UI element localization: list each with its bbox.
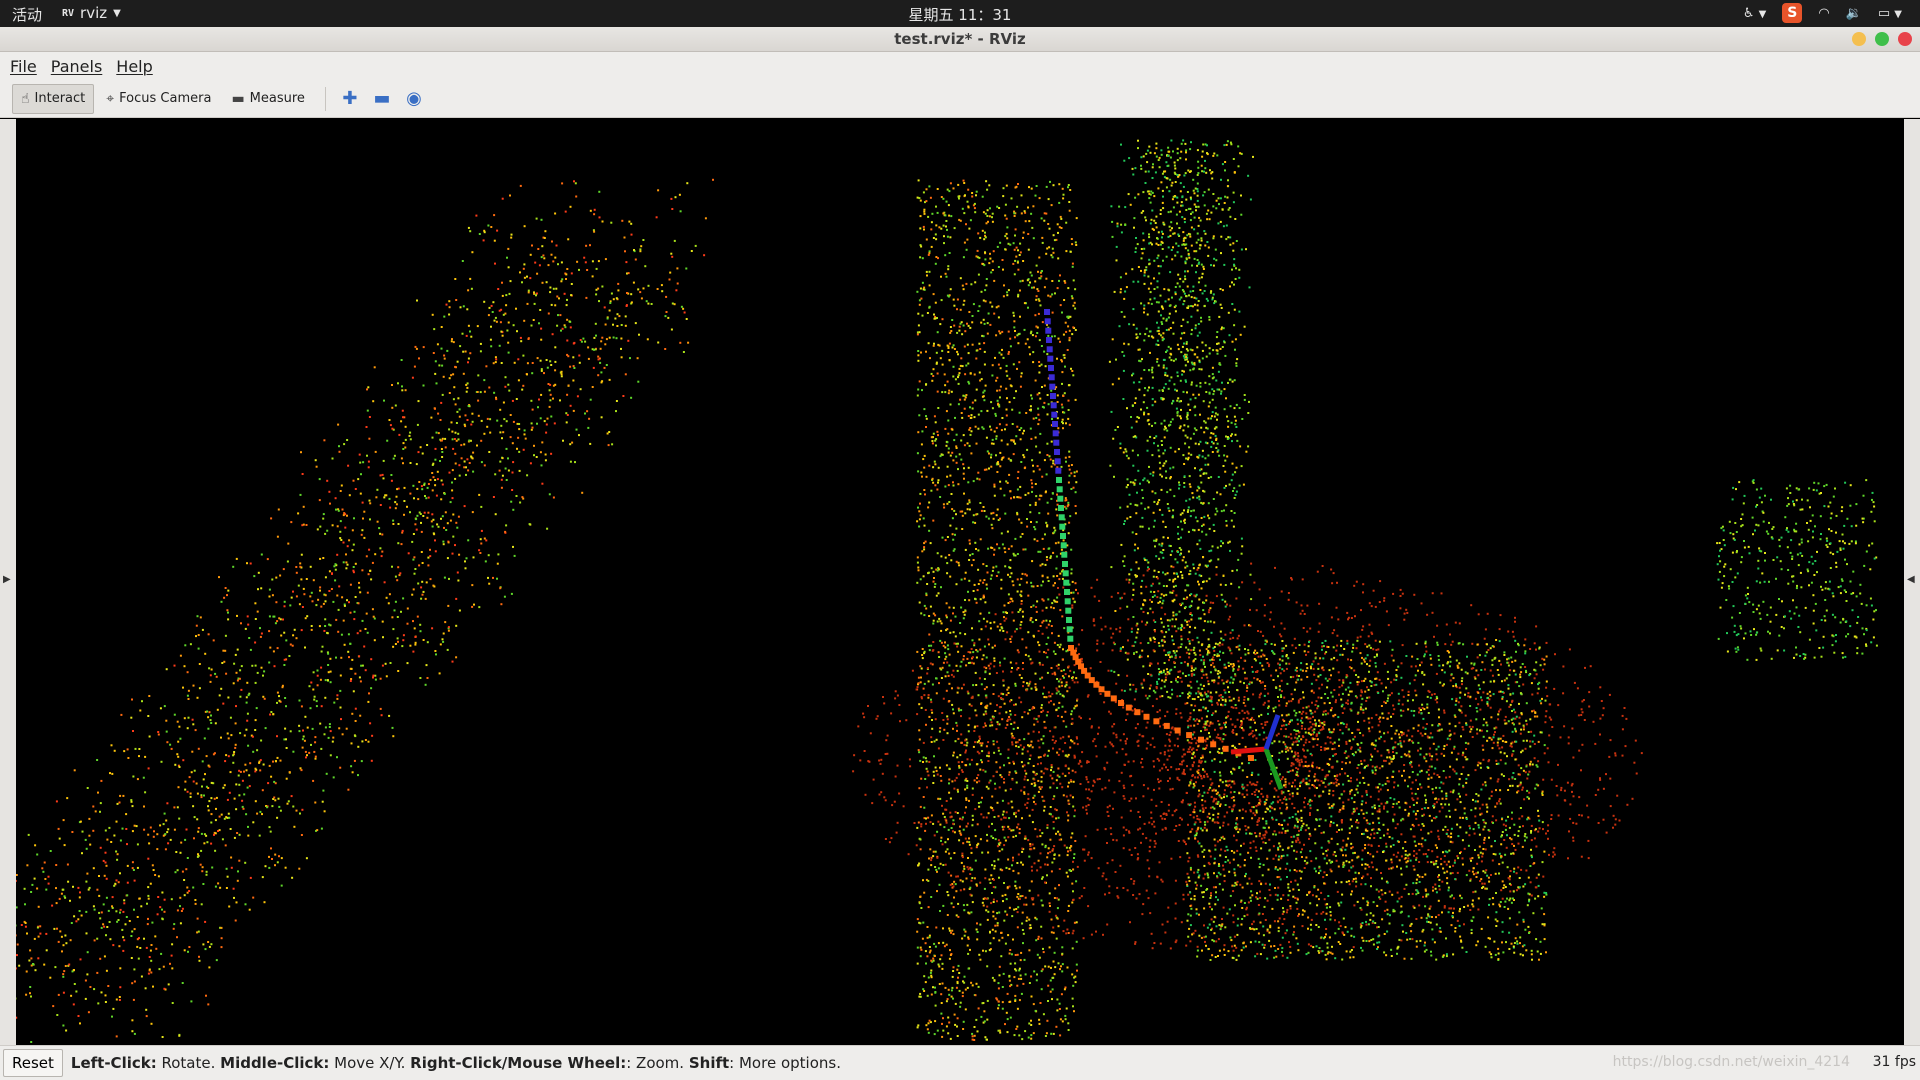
fps-counter: 31 fps	[1872, 1054, 1916, 1070]
window-controls	[1852, 32, 1912, 46]
accessibility-icon[interactable]: ♿ ▼	[1743, 6, 1767, 21]
ruler-icon: ▬	[231, 90, 245, 107]
left-dock-toggle[interactable]: ▶	[0, 119, 16, 1045]
hint-right-label: Right-Click/Mouse Wheel:	[410, 1054, 627, 1072]
system-tray[interactable]: ♿ ▼ S ◠ 🔉 ▭ ▼	[1743, 3, 1902, 23]
window-title-bar[interactable]: test.rviz* - RViz	[0, 27, 1920, 52]
close-button[interactable]	[1898, 32, 1912, 46]
menu-file[interactable]: File	[10, 57, 37, 76]
status-bar: Reset Left-Click: Rotate. Middle-Click: …	[0, 1045, 1920, 1080]
3d-viewport[interactable]	[16, 119, 1904, 1045]
hand-pointer-icon: ☝	[21, 90, 30, 107]
watermark-text: https://blog.csdn.net/weixin_4214	[1612, 1054, 1850, 1070]
sogou-input-icon[interactable]: S	[1782, 3, 1803, 23]
publish-point-icon[interactable]: ◉	[398, 84, 430, 114]
menu-bar: File Panels Help	[0, 52, 1920, 80]
menu-help[interactable]: Help	[116, 57, 152, 76]
right-dock-toggle[interactable]: ◀	[1904, 119, 1920, 1045]
select-minus-icon[interactable]: ▬	[366, 84, 398, 114]
mouse-hints: Left-Click: Rotate. Middle-Click: Move X…	[71, 1054, 841, 1072]
minimize-button[interactable]	[1852, 32, 1866, 46]
interact-label: Interact	[34, 91, 86, 106]
crosshair-icon: ⌖	[106, 90, 115, 107]
hint-left-text: Rotate.	[156, 1054, 221, 1072]
hint-left-label: Left-Click:	[70, 1054, 157, 1072]
hint-shift-text: : More options.	[729, 1054, 841, 1072]
hint-middle-label: Middle-Click:	[220, 1054, 330, 1072]
volume-icon[interactable]: 🔉	[1846, 6, 1862, 21]
reset-button[interactable]: Reset	[3, 1049, 63, 1077]
toolbar-separator	[324, 86, 326, 111]
tool-bar: ☝ Interact ⌖ Focus Camera ▬ Measure ✚ ▬ …	[0, 80, 1920, 118]
chevron-left-icon: ◀	[1907, 574, 1915, 585]
system-clock[interactable]: 星期五 11：31	[0, 4, 1920, 25]
measure-tool-button[interactable]: ▬ Measure	[223, 84, 312, 114]
render-panel: ▶ ◀	[0, 119, 1920, 1045]
measure-label: Measure	[249, 91, 305, 106]
wifi-icon[interactable]: ◠	[1818, 6, 1829, 21]
battery-icon[interactable]: ▭ ▼	[1878, 6, 1902, 21]
hint-shift-label: Shift	[688, 1054, 730, 1072]
hint-right-text: : Zoom.	[626, 1054, 689, 1072]
move-camera-plus-icon[interactable]: ✚	[334, 84, 366, 114]
focus-camera-tool-button[interactable]: ⌖ Focus Camera	[98, 84, 219, 114]
window-title: test.rviz* - RViz	[894, 30, 1026, 48]
interact-tool-button[interactable]: ☝ Interact	[12, 83, 95, 114]
point-cloud-scene	[16, 139, 1878, 1043]
maximize-button[interactable]	[1875, 32, 1889, 46]
hint-middle-text: Move X/Y.	[329, 1054, 411, 1072]
system-top-bar: 活动 RV rviz ▼ 星期五 11：31 ♿ ▼ S ◠ 🔉 ▭ ▼	[0, 0, 1920, 27]
focus-camera-label: Focus Camera	[119, 91, 212, 106]
chevron-right-icon: ▶	[3, 574, 11, 585]
menu-panels[interactable]: Panels	[51, 57, 103, 76]
